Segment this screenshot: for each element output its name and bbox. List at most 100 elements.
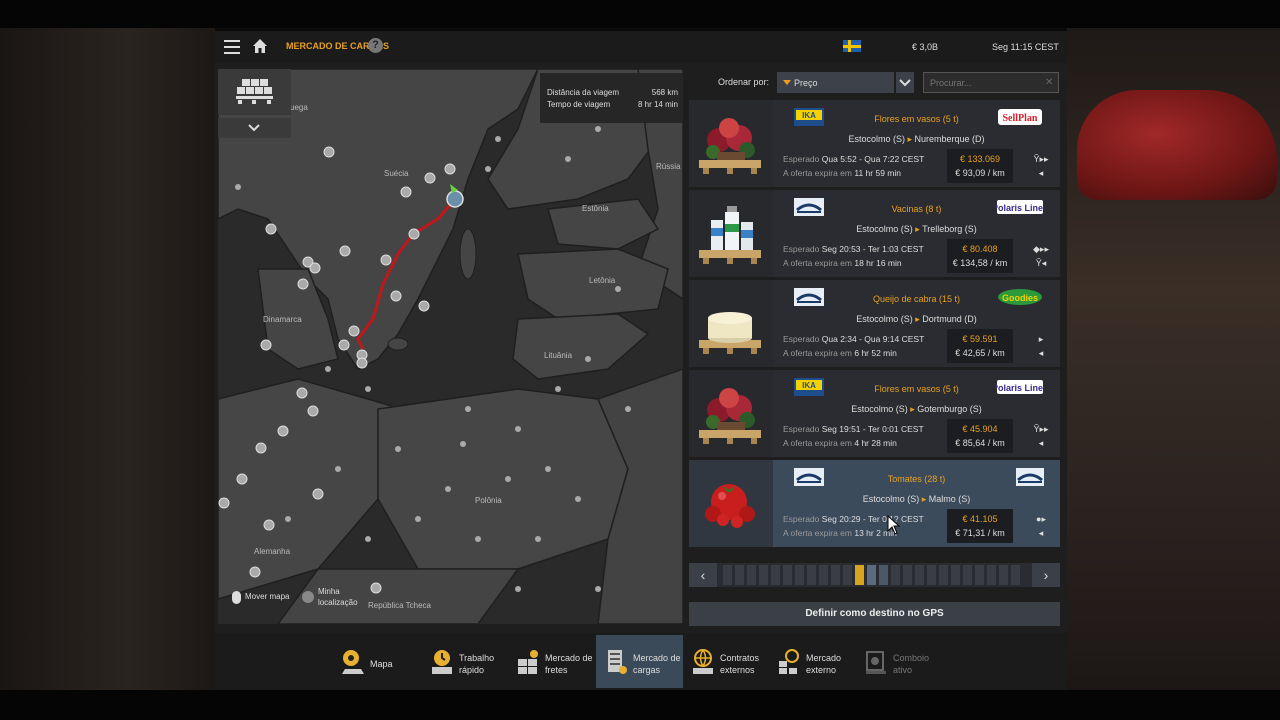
tab-active-convoy[interactable]: Comboio ativo bbox=[856, 635, 936, 688]
tab-external-market[interactable]: Mercado externo bbox=[769, 635, 849, 688]
offer-label: A oferta expira em bbox=[783, 258, 852, 268]
map-pin-icon bbox=[342, 650, 364, 674]
job-row[interactable]: IKA Polaris Lines Flores em vasos (5 t) … bbox=[689, 370, 1060, 457]
expected-value: Seg 19:51 - Ter 0:01 CEST bbox=[821, 424, 924, 434]
cargo-view-button[interactable] bbox=[218, 69, 291, 115]
expected-label: Esperado bbox=[783, 514, 820, 524]
job-row-selected[interactable]: Tomates (28 t) Estocolmo (S) ▸ Malmo (S)… bbox=[689, 460, 1060, 547]
page-segment[interactable] bbox=[927, 565, 936, 585]
tab-map[interactable]: Mapa bbox=[333, 635, 413, 688]
expected-value: Qua 2:34 - Qua 9:14 CEST bbox=[821, 334, 925, 344]
offer-label: A oferta expira em bbox=[783, 528, 852, 538]
tab-label: Comboio ativo bbox=[893, 652, 929, 676]
clear-search-icon[interactable]: ✕ bbox=[1045, 77, 1053, 88]
tab-label: Mercado externo bbox=[806, 652, 841, 676]
route-from: Estocolmo (S) bbox=[856, 314, 913, 324]
page-segment[interactable] bbox=[963, 565, 972, 585]
next-page-button[interactable]: › bbox=[1032, 563, 1060, 587]
page-segment[interactable] bbox=[879, 565, 888, 585]
map-label-denmark: Dinamarca bbox=[263, 315, 302, 324]
perishable-icon: ●▸ bbox=[1036, 514, 1046, 524]
arrow-right-icon: ▸ bbox=[915, 224, 920, 234]
page-segment[interactable] bbox=[951, 565, 960, 585]
job-row[interactable]: Goodies Queijo de cabra (15 t) Estocolmo… bbox=[689, 280, 1060, 367]
page-segment[interactable] bbox=[831, 565, 840, 585]
job-row[interactable]: Polaris Lines Vacinas (8 t) Estocolmo (S… bbox=[689, 190, 1060, 277]
map-label-lithuania: Lituânia bbox=[544, 351, 573, 360]
help-icon[interactable]: ? bbox=[368, 38, 383, 53]
sort-dropdown-button[interactable] bbox=[896, 72, 914, 93]
ferry-icon: ◂ bbox=[1038, 168, 1044, 178]
page-segment[interactable] bbox=[987, 565, 996, 585]
cargo-list-icon bbox=[608, 650, 627, 674]
page-segment[interactable] bbox=[867, 565, 876, 585]
page-segment[interactable] bbox=[939, 565, 948, 585]
page-segment[interactable] bbox=[819, 565, 828, 585]
tab-label-line1: Comboio bbox=[893, 653, 930, 663]
page-segment[interactable] bbox=[807, 565, 816, 585]
offer-value: 4 hr 28 min bbox=[854, 438, 897, 448]
tab-label-line2: externo bbox=[806, 665, 837, 675]
map-label-norway: uega bbox=[290, 103, 308, 112]
tab-cargo-market[interactable]: Mercado de cargas bbox=[596, 635, 683, 688]
game-background-right bbox=[1067, 0, 1280, 720]
route-from: Estocolmo (S) bbox=[848, 134, 905, 144]
offer-label: A oferta expira em bbox=[783, 438, 852, 448]
sort-direction-icon bbox=[783, 80, 791, 85]
page-segment[interactable] bbox=[723, 565, 732, 585]
valuable-icon: ◆▸▸ bbox=[1033, 244, 1049, 254]
page-segment[interactable] bbox=[771, 565, 780, 585]
fragile-icon: Ŷ▸▸ bbox=[1033, 154, 1049, 164]
expected-label: Esperado bbox=[783, 154, 820, 164]
tab-freight-market[interactable]: Mercado de fretes bbox=[508, 635, 593, 688]
job-attribute-icons: ▸ ◂ bbox=[1029, 332, 1053, 362]
sweden-flag-icon bbox=[843, 40, 861, 52]
page-segment-current[interactable] bbox=[855, 565, 864, 585]
world-map[interactable]: uega Suécia Rússia Estônia Letônia Dinam… bbox=[218, 69, 683, 624]
expected-label: Esperado bbox=[783, 244, 820, 254]
job-row[interactable]: IKA SellPlan Flores em vasos (5 t) Estoc… bbox=[689, 100, 1060, 187]
tab-quick-job[interactable]: Trabalho rápido bbox=[422, 635, 502, 688]
letterbox-top bbox=[0, 0, 1280, 28]
offer-expiry: A oferta expira em 18 hr 16 min bbox=[783, 258, 902, 268]
page-segment[interactable] bbox=[915, 565, 924, 585]
cargo-pallet-icon bbox=[236, 79, 273, 104]
page-segment[interactable] bbox=[1011, 565, 1020, 585]
expand-chevron-button[interactable] bbox=[218, 118, 291, 138]
trip-distance-label: Distância da viagem bbox=[547, 88, 620, 97]
prev-page-button[interactable]: ‹ bbox=[689, 563, 717, 587]
tab-label: Contratos externos bbox=[720, 652, 759, 676]
page-segment[interactable] bbox=[999, 565, 1008, 585]
cargo-name: Queijo de cabra (15 t) bbox=[872, 294, 961, 304]
tab-label: Trabalho rápido bbox=[459, 652, 494, 676]
map-label-poland: Polônia bbox=[475, 496, 502, 505]
my-location-icon[interactable] bbox=[301, 591, 314, 603]
tab-label-line2: externos bbox=[720, 665, 755, 675]
page-segment[interactable] bbox=[747, 565, 756, 585]
offer-value: 6 hr 52 min bbox=[854, 348, 897, 358]
job-attribute-icons: Ŷ▸▸ ◂ bbox=[1029, 422, 1053, 452]
cargo-thumbnail-flowers bbox=[689, 100, 773, 187]
money-balance: € 3,0B bbox=[912, 42, 939, 52]
expected-label: Esperado bbox=[783, 334, 820, 344]
page-segment[interactable] bbox=[795, 565, 804, 585]
search-input[interactable] bbox=[923, 72, 1059, 93]
page-segment[interactable] bbox=[735, 565, 744, 585]
page-segment[interactable] bbox=[783, 565, 792, 585]
map-label-germany: Alemanha bbox=[254, 547, 291, 556]
home-icon[interactable] bbox=[252, 38, 268, 54]
tab-external-contracts[interactable]: Contratos externos bbox=[683, 635, 763, 688]
page-segment[interactable] bbox=[903, 565, 912, 585]
hamburger-menu-icon[interactable] bbox=[224, 40, 240, 54]
route-to: Nuremberque (D) bbox=[914, 134, 985, 144]
chevron-down-icon bbox=[899, 79, 911, 87]
cargo-thumbnail-cheese bbox=[689, 280, 773, 367]
page-segment[interactable] bbox=[891, 565, 900, 585]
set-gps-destination-button[interactable]: Definir como destino no GPS bbox=[689, 602, 1060, 626]
page-segment[interactable] bbox=[843, 565, 852, 585]
page-segment[interactable] bbox=[975, 565, 984, 585]
page-segment[interactable] bbox=[759, 565, 768, 585]
move-map-label: Mover mapa bbox=[245, 592, 290, 602]
sort-select[interactable]: Preço bbox=[777, 72, 894, 93]
ferry-icon: ◂ bbox=[1038, 528, 1044, 538]
